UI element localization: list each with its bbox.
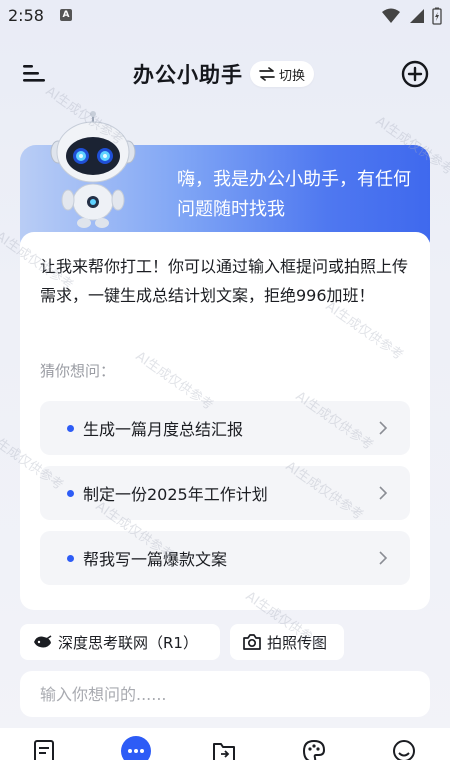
whale-icon	[34, 635, 52, 648]
menu-icon	[23, 65, 45, 82]
deep-think-chip[interactable]: 深度思考联网（R1）	[20, 624, 220, 660]
chevron-right-icon	[379, 486, 388, 500]
suggestion-label: 生成一篇月度总结汇报	[83, 420, 244, 439]
switch-label: 切换	[279, 68, 306, 84]
bullet-dot-icon	[67, 424, 74, 432]
robot-mascot-icon	[50, 111, 136, 228]
suggestion-item[interactable]: 帮我写一篇爆款文案	[40, 531, 410, 585]
folder-icon[interactable]	[211, 738, 237, 760]
page-title: 办公小助手	[133, 63, 243, 87]
question-input-box	[20, 671, 430, 717]
bullet-dot-icon	[67, 489, 74, 497]
hero-greeting: 嗨，我是办公小助手，有任何问题随时找我	[177, 169, 411, 220]
smile-icon[interactable]	[391, 738, 417, 760]
add-circle-icon	[401, 60, 429, 88]
suggestion-item[interactable]: 制定一份2025年工作计划	[40, 466, 410, 520]
battery-charging-icon	[432, 7, 442, 25]
camera-icon	[243, 634, 261, 650]
document-icon[interactable]	[31, 738, 57, 760]
switch-button[interactable]: 切换	[250, 61, 315, 87]
chevron-right-icon	[379, 551, 388, 565]
chevron-right-icon	[379, 421, 388, 435]
status-bar: 2:58 A	[0, 0, 450, 32]
signal-icon	[410, 9, 424, 23]
question-input[interactable]	[20, 671, 430, 717]
main-card: 让我来帮你打工！你可以通过输入框提问或拍照上传需求，一键生成总结计划文案，拒绝9…	[20, 232, 430, 610]
suggestion-item[interactable]: 生成一篇月度总结汇报	[40, 401, 410, 455]
status-time: 2:58	[8, 6, 44, 25]
intro-text: 让我来帮你打工！你可以通过输入框提问或拍照上传需求，一键生成总结计划文案，拒绝9…	[40, 257, 409, 305]
add-button[interactable]	[401, 60, 429, 88]
menu-button[interactable]	[20, 60, 48, 86]
status-icons	[382, 7, 442, 25]
bullet-dot-icon	[67, 554, 74, 562]
guess-label: 猜你想问：	[40, 362, 116, 380]
swap-icon	[259, 67, 275, 81]
suggestion-label: 帮我写一篇爆款文案	[83, 550, 228, 569]
bottom-nav	[0, 728, 450, 760]
chat-icon[interactable]	[121, 736, 151, 760]
app-header: 办公小助手 切换	[0, 50, 450, 96]
deep-think-label: 深度思考联网（R1）	[58, 633, 198, 652]
suggestion-label: 制定一份2025年工作计划	[83, 485, 268, 504]
wifi-icon	[382, 8, 400, 23]
photo-upload-label: 拍照传图	[267, 633, 328, 652]
photo-upload-chip[interactable]: 拍照传图	[230, 624, 344, 660]
palette-icon[interactable]	[301, 738, 327, 760]
notification-badge-icon: A	[60, 9, 72, 21]
